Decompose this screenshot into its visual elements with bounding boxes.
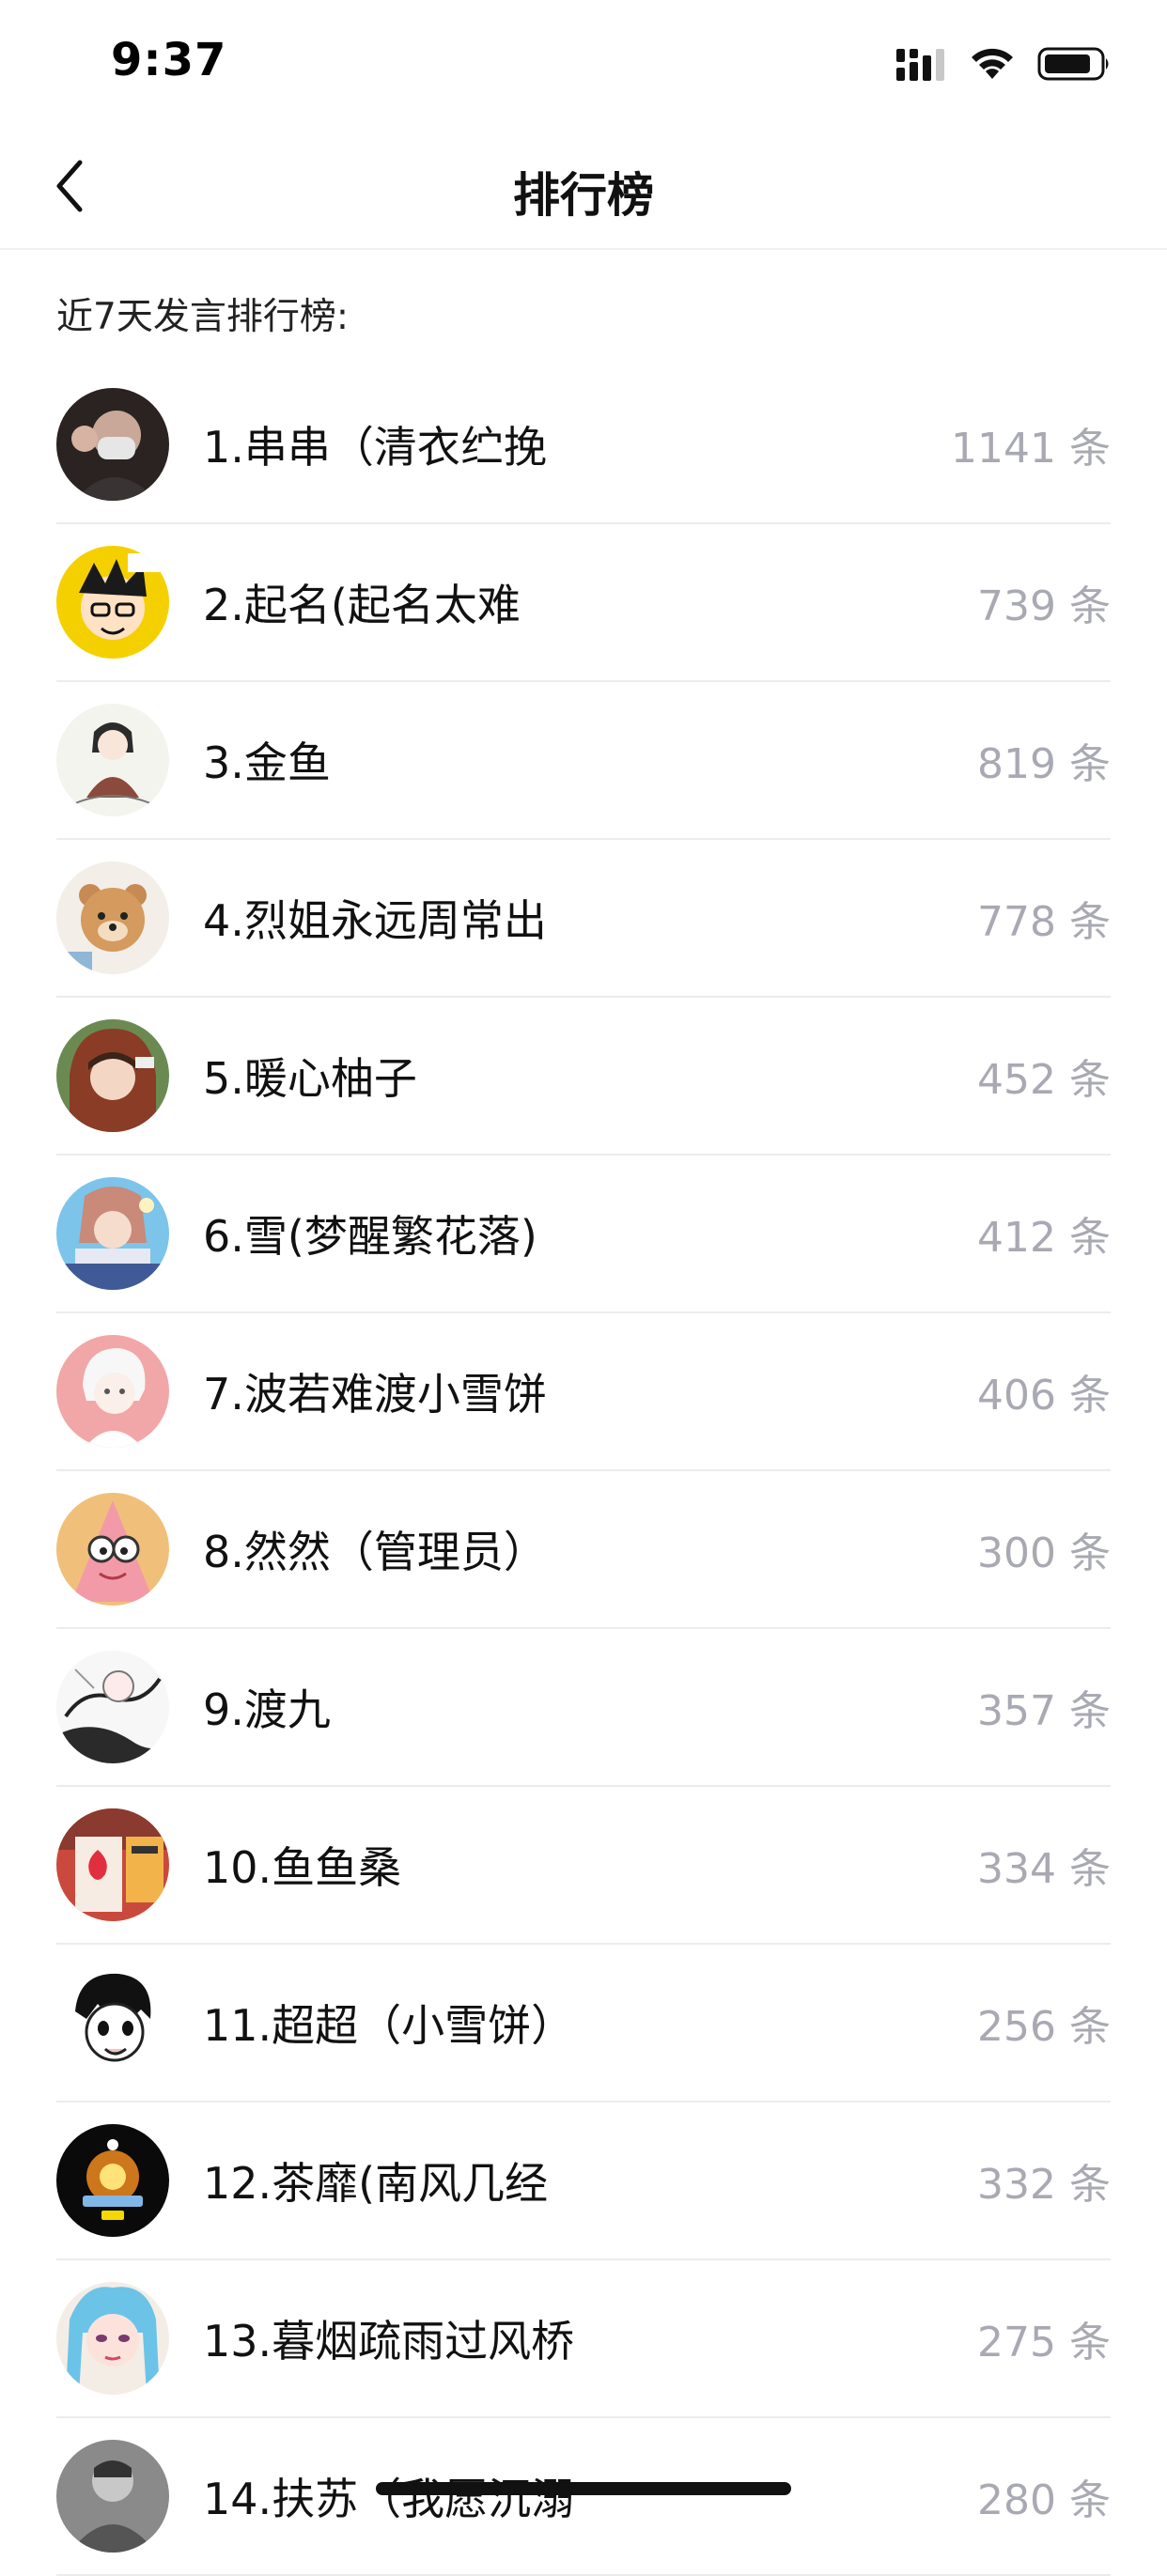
avatar[interactable] [56,1966,169,2079]
message-count: 412 条 [977,1214,1111,1262]
message-count: 778 条 [977,898,1111,946]
page-title: 排行榜 [513,168,654,223]
ranking-row[interactable]: 7.波若难渡小雪饼 406 条 [56,1313,1111,1471]
cellular-signal-icon [896,49,944,81]
ranking-row[interactable]: 14.扶苏（我愿沉溺 280 条 [56,2418,1111,2576]
ranking-row[interactable]: 12.茶靡(南风几经 332 条 [56,2103,1111,2260]
avatar[interactable] [56,546,169,659]
member-name: 1.串串（清衣纻挽 [203,422,547,473]
avatar[interactable] [56,861,169,974]
member-name: 12.茶靡(南风几经 [203,2158,549,2209]
section-header: 近7天发言排行榜: [56,296,349,338]
ranking-row[interactable]: 3.金鱼 819 条 [56,682,1111,840]
avatar[interactable] [56,1493,169,1606]
member-name: 8.然然（管理员） [203,1527,547,1577]
member-name: 11.超超（小雪饼） [203,2000,575,2051]
ranking-row[interactable]: 8.然然（管理员） 300 条 [56,1471,1111,1629]
message-count: 357 条 [977,1687,1111,1735]
wifi-icon [972,48,1013,79]
member-name: 2.起名(起名太难 [203,580,521,630]
message-count: 334 条 [977,1845,1111,1893]
message-count: 819 条 [977,740,1111,788]
message-count: 332 条 [977,2161,1111,2209]
member-name: 9.渡九 [203,1684,331,1735]
avatar[interactable] [56,1808,169,1921]
avatar[interactable] [56,704,169,816]
message-count: 300 条 [977,1529,1111,1577]
ranking-row[interactable]: 13.暮烟疏雨过风桥 275 条 [56,2260,1111,2418]
ranking-row[interactable]: 10.鱼鱼桑 334 条 [56,1787,1111,1945]
ranking-row[interactable]: 9.渡九 357 条 [56,1629,1111,1787]
home-indicator [376,2482,791,2495]
ranking-row[interactable]: 6.雪(梦醒繁花落) 412 条 [56,1156,1111,1313]
battery-icon [1037,47,1109,81]
avatar[interactable] [56,1335,169,1448]
avatar[interactable] [56,1177,169,1290]
message-count: 275 条 [977,2319,1111,2367]
status-bar: 9:37 [0,0,1167,124]
avatar[interactable] [56,1651,169,1763]
navigation-bar: 排行榜 [0,124,1167,250]
member-name: 10.鱼鱼桑 [203,1842,402,1893]
member-name: 7.波若难渡小雪饼 [203,1369,547,1420]
message-count: 406 条 [977,1372,1111,1420]
member-name: 13.暮烟疏雨过风桥 [203,2316,575,2367]
member-name: 4.烈姐永远周常出 [203,895,547,946]
member-name: 3.金鱼 [203,737,331,788]
avatar[interactable] [56,2282,169,2395]
ranking-row[interactable]: 11.超超（小雪饼） 256 条 [56,1945,1111,2103]
avatar[interactable] [56,2124,169,2237]
ranking-row[interactable]: 5.暖心柚子 452 条 [56,998,1111,1156]
message-count: 739 条 [977,582,1111,630]
member-name: 14.扶苏（我愿沉溺 [203,2474,575,2524]
message-count: 256 条 [977,2003,1111,2051]
member-name: 6.雪(梦醒繁花落) [203,1211,537,1262]
ranking-row[interactable]: 4.烈姐永远周常出 778 条 [56,840,1111,998]
message-count: 280 条 [977,2476,1111,2524]
avatar[interactable] [56,2440,169,2553]
message-count: 452 条 [977,1056,1111,1104]
ranking-list: 1.串串（清衣纻挽 1141 条 2.起名(起名太难 739 条 3.金鱼 819 条… [0,366,1167,2576]
message-count: 1141 条 [951,425,1111,473]
status-icons [896,43,1113,85]
avatar[interactable] [56,388,169,501]
avatar[interactable] [56,1019,169,1132]
ranking-row[interactable]: 1.串串（清衣纻挽 1141 条 [56,366,1111,524]
ranking-row[interactable]: 2.起名(起名太难 739 条 [56,524,1111,682]
member-name: 5.暖心柚子 [203,1053,417,1104]
status-time: 9:37 [111,34,227,86]
